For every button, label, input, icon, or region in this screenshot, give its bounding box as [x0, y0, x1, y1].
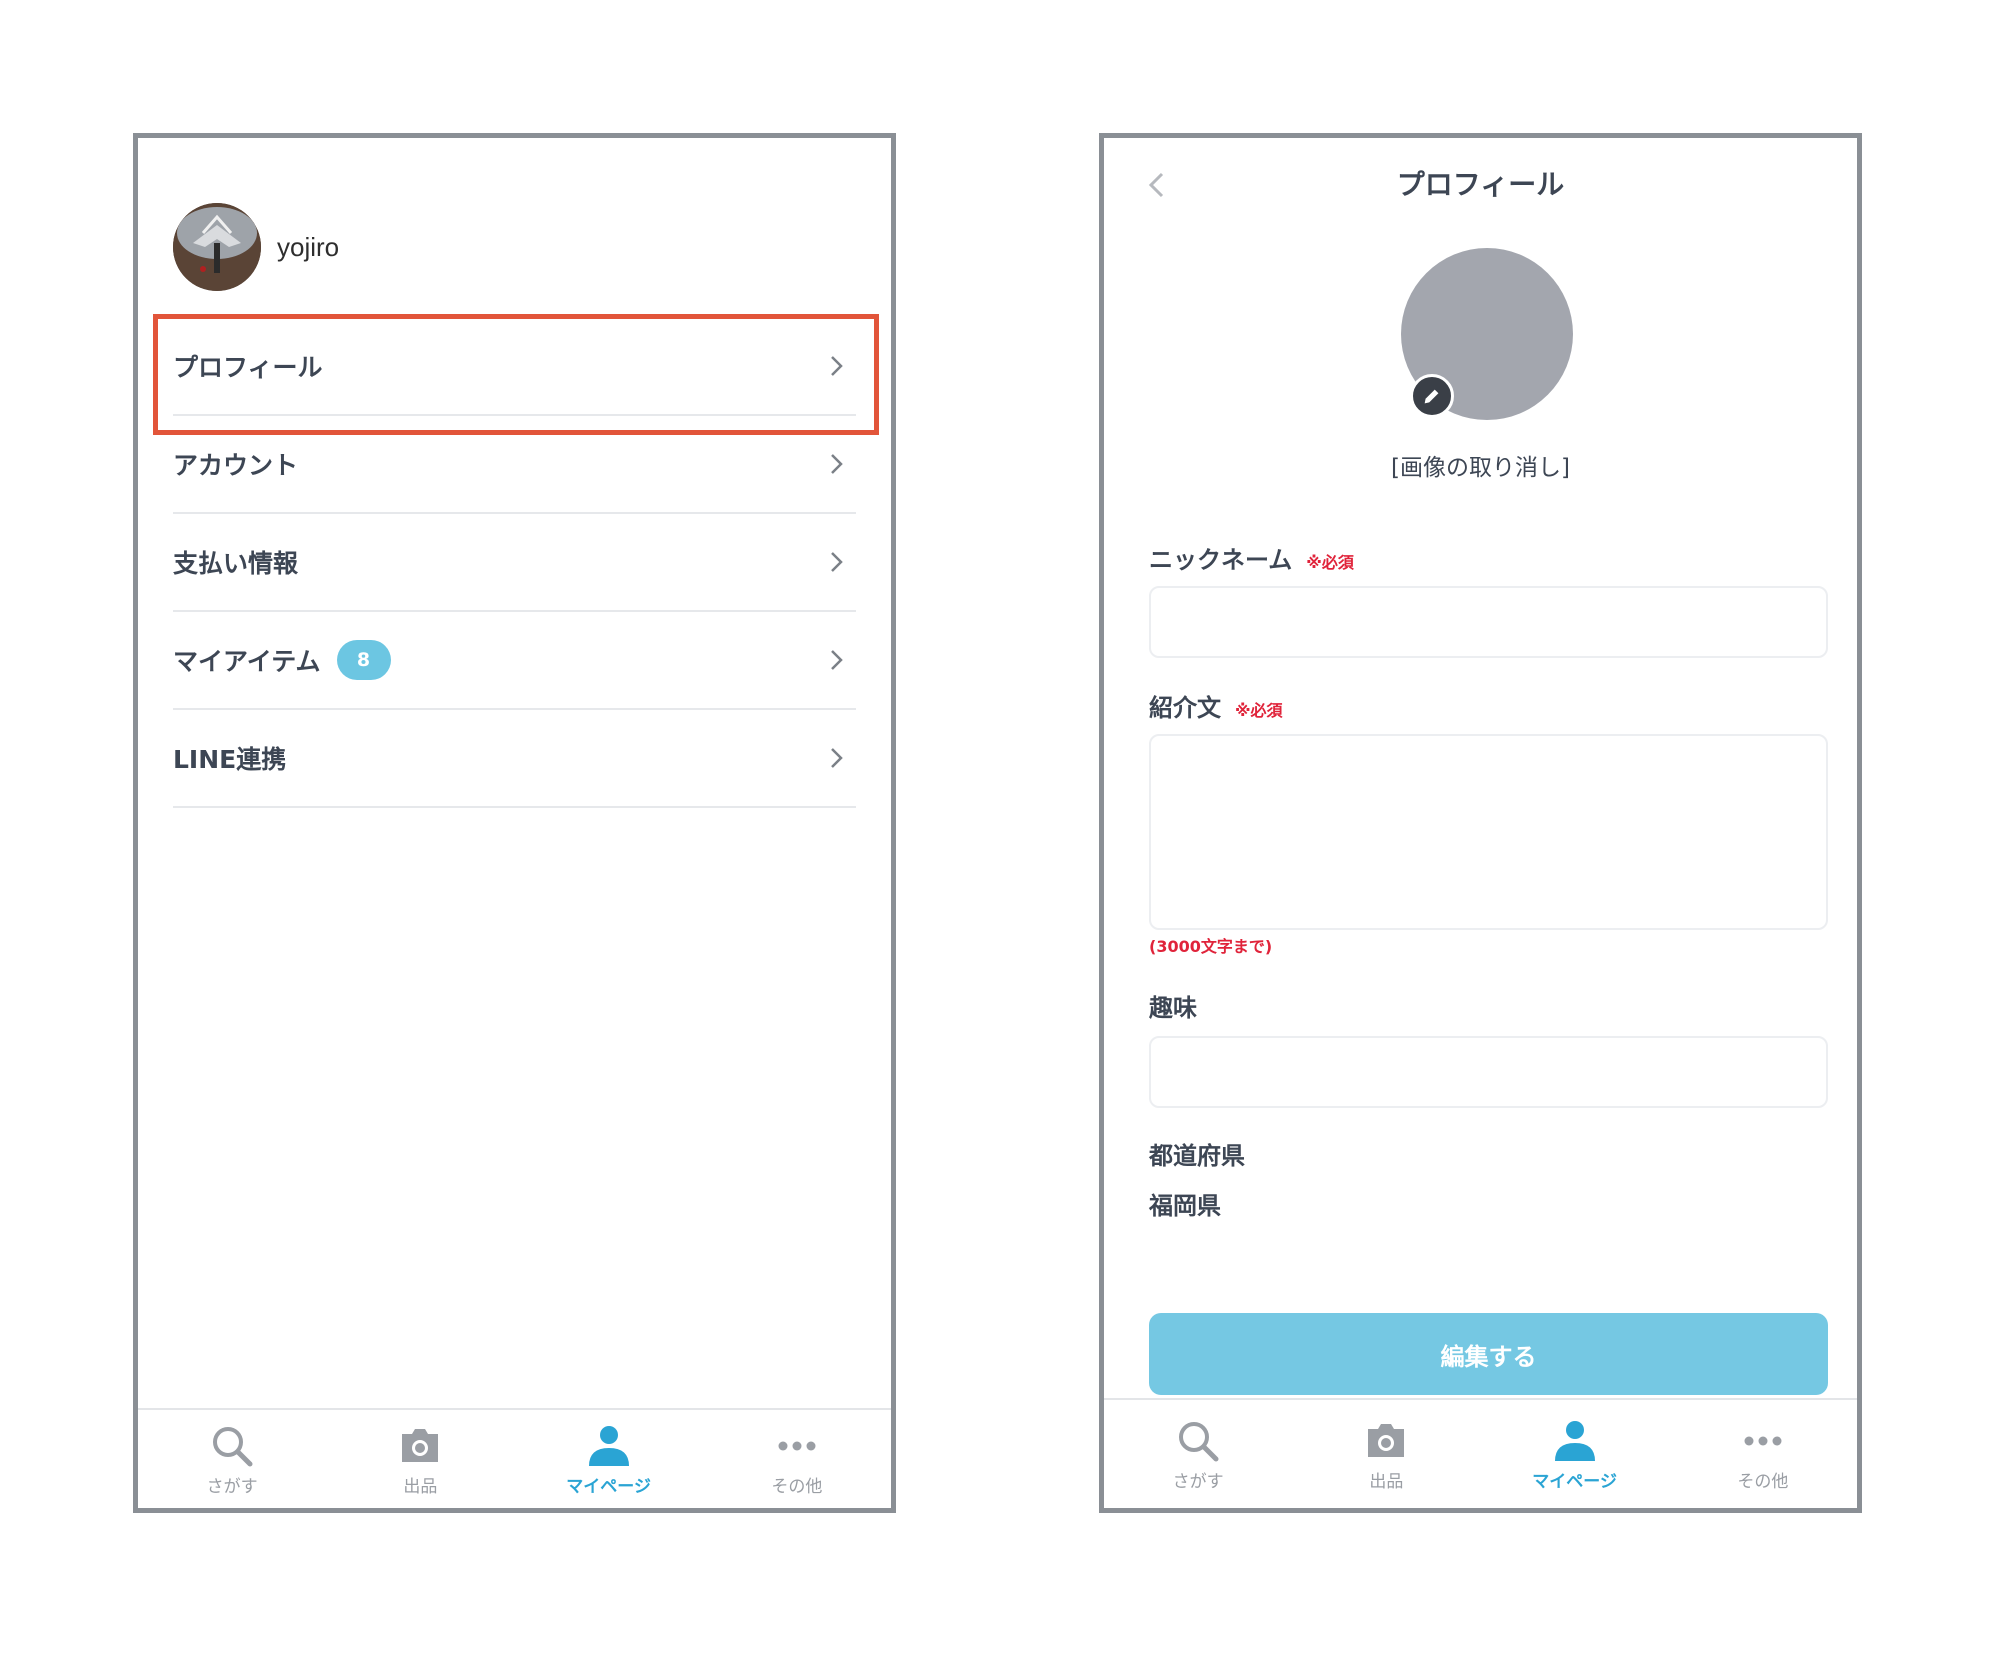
menu-item-label: プロフィール: [173, 353, 323, 382]
nickname-label: ニックネーム: [1149, 546, 1293, 574]
nav-sell[interactable]: 出品: [1292, 1400, 1480, 1508]
pencil-icon: [1424, 389, 1439, 404]
nav-label: 出品: [403, 1476, 438, 1497]
chevron-right-icon: [831, 454, 843, 474]
nav-mypage[interactable]: マイページ: [515, 1410, 703, 1508]
nav-mypage[interactable]: マイページ: [1481, 1400, 1669, 1508]
hobby-input[interactable]: [1149, 1036, 1828, 1108]
edit-avatar-button[interactable]: [1410, 374, 1454, 418]
intro-textarea[interactable]: [1149, 734, 1828, 930]
nav-label: 出品: [1369, 1471, 1404, 1492]
prefecture-label: 都道府県: [1149, 1142, 1245, 1170]
menu-item-account[interactable]: アカウント: [173, 416, 856, 514]
nickname-label-row: ニックネーム ※必須: [1149, 540, 1354, 575]
chevron-right-icon: [831, 552, 843, 572]
profile-edit-screen: プロフィール [画像の取り消し] ニックネーム ※必須 紹介文 ※必須 (3000文…: [1099, 133, 1862, 1513]
more-dots-icon: [778, 1441, 816, 1450]
menu-item-label: LINE連携: [173, 745, 287, 774]
settings-menu: プロフィール アカウント 支払い情報 マイアイテム 8 LINE連携: [173, 318, 856, 808]
menu-item-my-items[interactable]: マイアイテム 8: [173, 612, 856, 710]
nav-label: マイページ: [1532, 1471, 1617, 1492]
more-dots-icon: [1744, 1436, 1782, 1445]
edit-submit-button[interactable]: 編集する: [1149, 1313, 1828, 1395]
nav-label: その他: [771, 1476, 823, 1497]
bottom-nav: さがす 出品 マイページ その他: [1104, 1398, 1857, 1508]
top-bar: プロフィール: [1104, 158, 1857, 208]
chevron-right-icon: [831, 748, 843, 768]
menu-item-label-group: マイアイテム 8: [173, 640, 391, 680]
chevron-right-icon: [831, 356, 843, 376]
search-icon: [213, 1426, 253, 1466]
avatar: [173, 203, 261, 291]
camera-icon: [402, 1428, 439, 1462]
search-icon: [1179, 1421, 1219, 1461]
username: yojiro: [277, 231, 340, 262]
nav-other[interactable]: その他: [703, 1410, 891, 1508]
camera-icon: [1368, 1423, 1405, 1457]
nav-label: マイページ: [566, 1476, 651, 1497]
nav-search[interactable]: さがす: [1104, 1400, 1292, 1508]
prefecture-value: 福岡県: [1149, 1192, 1221, 1220]
hobby-label: 趣味: [1149, 994, 1197, 1022]
cancel-image-link[interactable]: [画像の取り消し]: [1104, 448, 1857, 482]
nav-search[interactable]: さがす: [138, 1410, 326, 1508]
nav-label: さがす: [1172, 1471, 1224, 1492]
page-title: プロフィール: [1396, 168, 1565, 201]
nav-label: その他: [1737, 1471, 1789, 1492]
nav-label: さがす: [206, 1476, 258, 1497]
intro-limit-note: (3000文字まで): [1149, 937, 1273, 956]
nav-sell[interactable]: 出品: [326, 1410, 514, 1508]
menu-item-payment[interactable]: 支払い情報: [173, 514, 856, 612]
menu-item-profile[interactable]: プロフィール: [173, 318, 856, 416]
person-icon: [1554, 1420, 1595, 1461]
back-chevron-icon[interactable]: [1144, 170, 1170, 200]
required-mark: ※必須: [1306, 553, 1354, 572]
item-count-badge: 8: [336, 640, 391, 680]
chevron-right-icon: [831, 650, 843, 670]
person-icon: [588, 1425, 629, 1466]
mypage-screen: yojiro プロフィール アカウント 支払い情報 マイアイテム 8 LINE連…: [133, 133, 896, 1513]
intro-label: 紹介文: [1149, 694, 1221, 722]
nav-other[interactable]: その他: [1669, 1400, 1857, 1508]
menu-item-label: アカウント: [173, 451, 299, 480]
required-mark: ※必須: [1235, 701, 1283, 720]
user-header[interactable]: yojiro: [173, 202, 339, 292]
bottom-nav: さがす 出品 マイページ その他: [138, 1408, 891, 1508]
menu-item-label: マイアイテム: [173, 647, 321, 676]
nickname-input[interactable]: [1149, 586, 1828, 658]
intro-label-row: 紹介文 ※必須: [1149, 688, 1283, 723]
avatar-image: [173, 203, 261, 291]
menu-item-label: 支払い情報: [173, 549, 299, 578]
menu-item-line-link[interactable]: LINE連携: [173, 710, 856, 808]
